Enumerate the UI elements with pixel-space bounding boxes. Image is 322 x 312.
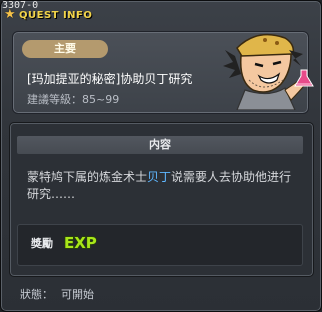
- reward-label: 獎勵: [31, 237, 53, 250]
- quest-description: 蒙特鸠下属的炼金术士贝丁说需要人去协助他进行研究……: [27, 169, 297, 203]
- quest-status: 狀態： 可開始: [20, 286, 94, 302]
- content-section-header: 内容: [17, 136, 303, 154]
- recommended-level: 建議等級：85~99: [27, 93, 120, 106]
- exp-icon-text: EXP: [64, 234, 97, 251]
- npc-name-link[interactable]: 贝丁: [147, 170, 171, 184]
- exp-icon: EXP: [63, 233, 97, 251]
- quest-category-badge: 主要: [22, 40, 108, 58]
- title-bar[interactable]: ★ QUEST INFO: [4, 7, 93, 22]
- window-title: QUEST INFO: [19, 9, 93, 21]
- star-icon: ★: [4, 7, 16, 22]
- status-label: 狀態：: [20, 288, 53, 301]
- status-value: 可開始: [61, 288, 94, 301]
- npc-portrait-icon: [223, 33, 314, 110]
- quest-name: [玛加提亚的秘密]协助贝丁研究: [27, 72, 193, 86]
- description-text-1: 蒙特鸠下属的炼金术士: [27, 170, 148, 184]
- reward-box: [17, 224, 303, 266]
